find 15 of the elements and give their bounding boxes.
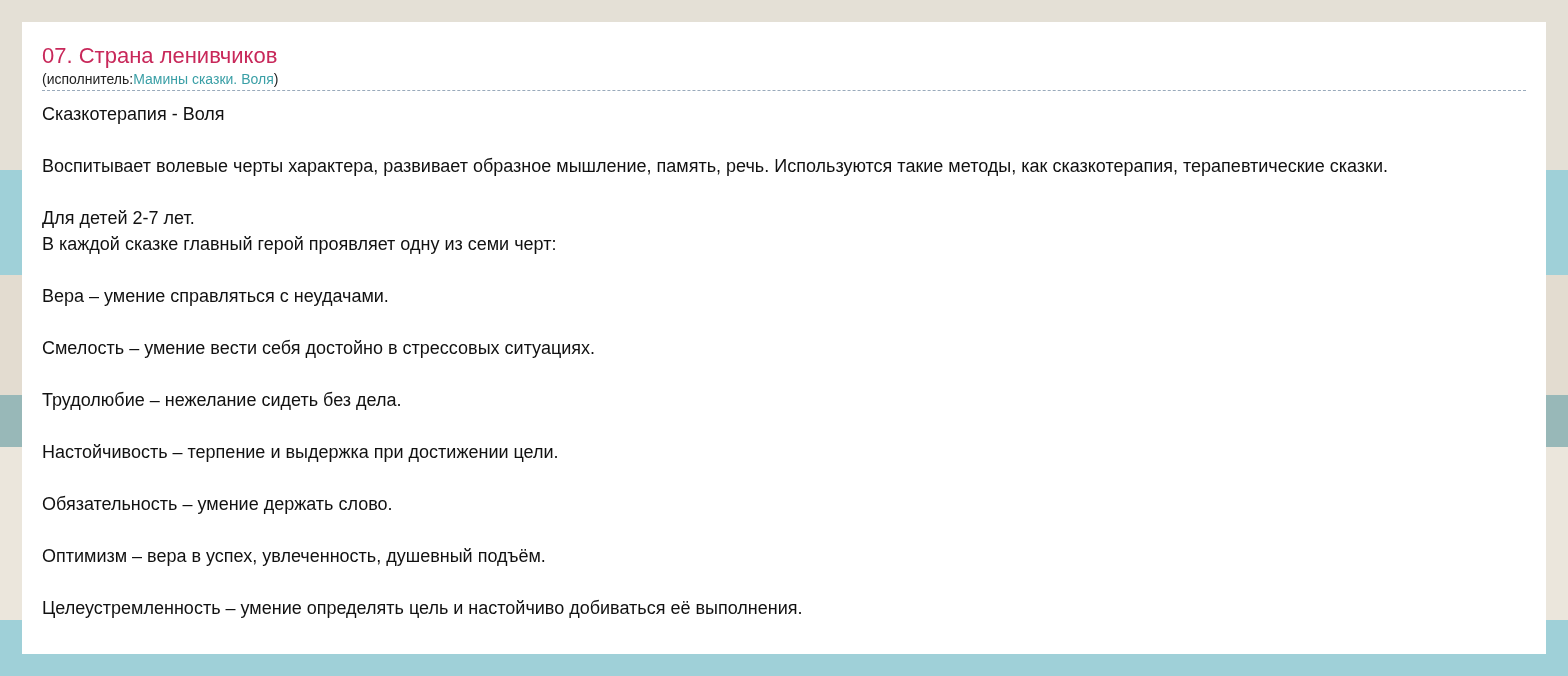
- artist-link[interactable]: Мамины сказки. Воля: [133, 71, 274, 87]
- lyrics-line: Сказкотерапия - Воля: [42, 103, 225, 126]
- lyrics-line: Оптимизм – вера в успех, увлеченность, душевный подъём.: [42, 545, 546, 568]
- lyrics-line: Трудолюбие – нежелание сидеть без дела.: [42, 389, 402, 412]
- lyrics-line: В каждой сказке главный герой проявляет одну из семи черт:: [42, 233, 557, 256]
- artist-label: (исполнитель:: [42, 71, 134, 87]
- lyrics-line: Обязательность – умение держать слово.: [42, 493, 393, 516]
- lyrics-line: Для детей 2-7 лет.: [42, 207, 195, 230]
- lyrics-line: Настойчивость – терпение и выдержка при достижении цели.: [42, 441, 559, 464]
- lyrics-line: Вера – умение справляться с неудачами.: [42, 285, 389, 308]
- song-title: 07. Страна ленивчиков: [42, 42, 279, 70]
- lyrics-line: Воспитывает волевые черты характера, развивает образное мышление, память, речь. Используются такие методы, как сказкотерапия, терапевтические сказки.: [42, 155, 1388, 178]
- artist-label-end: ): [273, 71, 279, 87]
- lyrics-line: Целеустремленность – умение определять цель и настойчиво добиваться её выполнения.: [42, 597, 803, 620]
- lyrics-line: Смелость – умение вести себя достойно в стрессовых ситуациях.: [42, 337, 595, 360]
